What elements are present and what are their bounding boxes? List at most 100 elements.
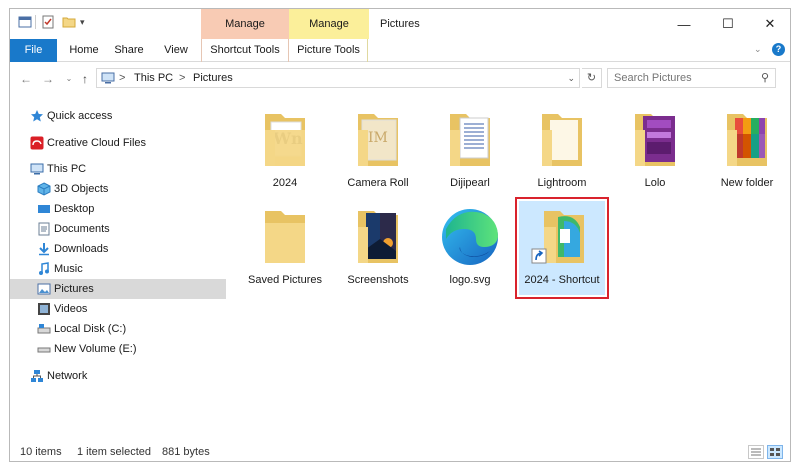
properties-icon[interactable] [41, 15, 55, 29]
crumb-this-pc[interactable]: This PC [134, 69, 173, 87]
file-label: Dijipearl [450, 177, 490, 189]
nav-label: This PC [47, 163, 87, 175]
svg-text:IM: IM [368, 130, 388, 146]
nav-item-network[interactable]: Network [10, 366, 226, 386]
nav-item-new-volume[interactable]: New Volume (E:) [10, 339, 226, 359]
help-icon[interactable]: ? [772, 43, 785, 56]
chevron-down-icon[interactable]: ⌄ [754, 44, 762, 55]
window-title: Pictures [380, 18, 420, 30]
network-icon [30, 369, 44, 383]
tab-view[interactable]: View [156, 39, 196, 62]
drive-icon [37, 342, 51, 356]
divider [35, 15, 36, 29]
nav-label: Pictures [54, 283, 94, 295]
address-row: ← → ⌄ ↑ > This PC > Pictures ⌄ ↻ ⚲ [10, 62, 790, 96]
maximize-button[interactable]: ☐ [708, 9, 748, 39]
this-pc-icon [101, 72, 115, 84]
search-box[interactable]: ⚲ [607, 68, 776, 88]
tab-home[interactable]: Home [62, 39, 106, 62]
computer-icon [30, 162, 44, 176]
nav-label: New Volume (E:) [54, 343, 137, 355]
file-label: Screenshots [347, 274, 409, 286]
nav-item-documents[interactable]: Documents [10, 219, 226, 239]
nav-item-desktop[interactable]: Desktop [10, 199, 226, 219]
drive-icon [37, 322, 51, 336]
nav-item-creative-cloud[interactable]: Creative Cloud Files [10, 133, 226, 153]
nav-item-this-pc[interactable]: This PC [10, 159, 226, 179]
nav-label: Quick access [47, 110, 113, 122]
shortcut-icon [530, 203, 594, 267]
file-item-camera-roll[interactable]: IM Camera Roll [335, 104, 421, 198]
tab-shortcut-tools[interactable]: Shortcut Tools [201, 39, 289, 62]
search-icon: ⚲ [760, 72, 769, 84]
nav-item-3d-objects[interactable]: 3D Objects [10, 179, 226, 199]
minimize-button[interactable]: — [664, 9, 704, 39]
file-item-new-folder[interactable]: New folder [704, 104, 790, 198]
nav-label: Documents [54, 223, 110, 235]
nav-label: Local Disk (C:) [54, 323, 127, 335]
nav-item-downloads[interactable]: Downloads [10, 239, 226, 259]
close-icon: ✕ [764, 16, 776, 31]
nav-item-pictures[interactable]: Pictures [10, 279, 226, 299]
up-button[interactable]: ↑ [77, 71, 93, 87]
file-item-screenshots[interactable]: Screenshots [335, 201, 421, 295]
context-tab-label: Manage [225, 18, 265, 30]
nav-label: Downloads [54, 243, 109, 255]
item-count: 10 items [20, 446, 62, 458]
address-bar[interactable]: > This PC > Pictures ⌄ [96, 68, 580, 88]
file-item-2024-shortcut[interactable]: 2024 - Shortcut [515, 197, 609, 299]
tab-file[interactable]: File [10, 39, 57, 62]
nav-item-videos[interactable]: Videos [10, 299, 226, 319]
crumb-pictures[interactable]: Pictures [193, 69, 233, 87]
minimize-icon: — [677, 16, 691, 32]
file-label: 2024 [272, 177, 298, 189]
selection-size: 881 bytes [162, 446, 210, 458]
nav-item-music[interactable]: Music [10, 259, 226, 279]
large-icons-view-button[interactable] [767, 445, 783, 459]
file-item-lightroom[interactable]: Lightroom [519, 104, 605, 198]
file-item-logo-svg[interactable]: logo.svg [427, 201, 513, 295]
context-tab-shortcut[interactable]: Manage [201, 9, 289, 39]
search-input[interactable] [608, 69, 748, 87]
documents-icon [37, 222, 51, 236]
new-folder-icon[interactable] [62, 15, 76, 29]
context-tab-picture[interactable]: Manage [289, 9, 369, 39]
file-label: New folder [720, 177, 774, 189]
pictures-icon [37, 282, 51, 296]
edge-icon [438, 203, 502, 267]
explorer-window: ▾ Manage Manage Pictures — ☐ ✕ File Home… [9, 8, 791, 462]
selection-count: 1 item selected [77, 446, 151, 458]
folder-icon [715, 106, 779, 170]
details-view-icon [751, 448, 761, 456]
folder-icon [438, 106, 502, 170]
nav-item-quick-access[interactable]: Quick access [10, 106, 226, 126]
details-view-button[interactable] [748, 445, 764, 459]
tab-picture-tools[interactable]: Picture Tools [290, 39, 368, 62]
file-label: Lolo [644, 177, 666, 189]
download-icon [37, 242, 51, 256]
customize-toolbar-icon[interactable]: ▾ [80, 15, 94, 29]
file-label: Camera Roll [347, 177, 409, 189]
forward-button[interactable]: → [40, 71, 56, 87]
close-button[interactable]: ✕ [750, 9, 790, 39]
folder-icon [530, 106, 594, 170]
nav-label: Creative Cloud Files [47, 137, 147, 149]
star-icon [30, 109, 44, 123]
refresh-button[interactable]: ↻ [582, 68, 602, 88]
file-item-saved-pictures[interactable]: Saved Pictures [242, 201, 328, 295]
address-dropdown-icon[interactable]: ⌄ [567, 69, 575, 87]
folder-icon: Wn [253, 106, 317, 170]
recent-locations-button[interactable]: ⌄ [61, 71, 77, 87]
crumb-separator: > [119, 72, 126, 84]
back-button[interactable]: ← [18, 71, 34, 87]
nav-label: Music [54, 263, 83, 275]
file-item-dijipearl[interactable]: Dijipearl [427, 104, 513, 198]
explorer-icon[interactable] [18, 15, 32, 29]
ribbon-tabs: File Home Share View Shortcut Tools Pict… [10, 39, 790, 62]
tab-share[interactable]: Share [109, 39, 149, 62]
file-item-2024[interactable]: Wn 2024 [242, 104, 328, 198]
desktop-icon [37, 202, 51, 216]
status-bar: 10 items 1 item selected 881 bytes [10, 441, 790, 463]
nav-item-local-disk[interactable]: Local Disk (C:) [10, 319, 226, 339]
file-item-lolo[interactable]: Lolo [612, 104, 698, 198]
